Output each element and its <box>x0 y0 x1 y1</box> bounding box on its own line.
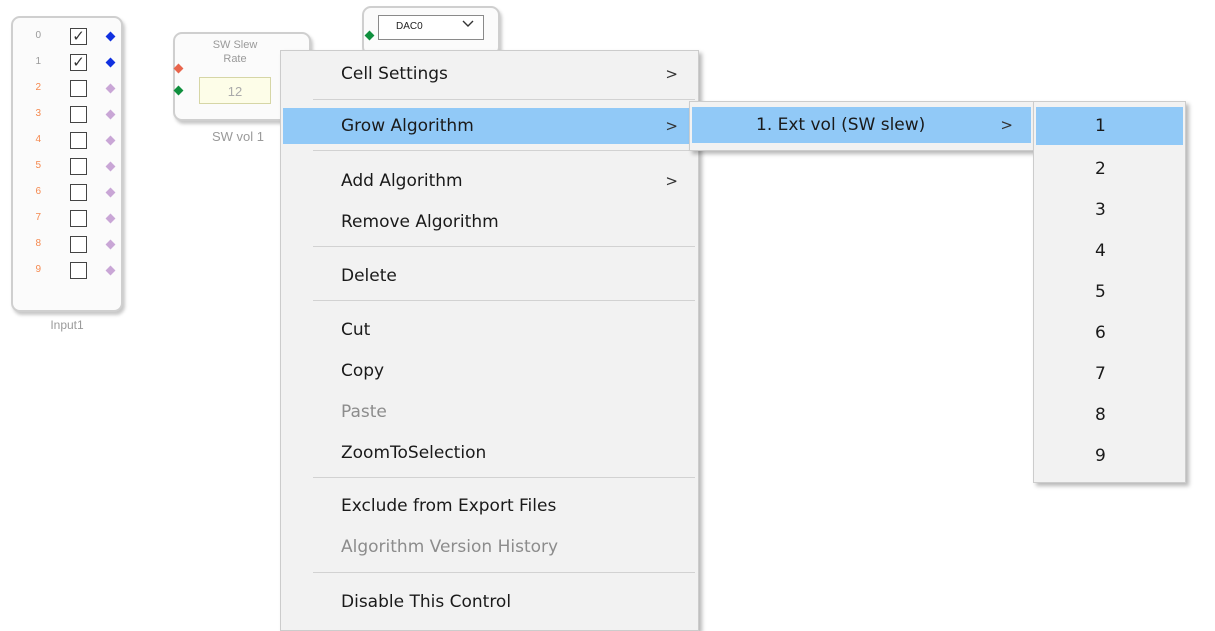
count-item-2[interactable]: 2 <box>1036 150 1183 188</box>
dac-select[interactable]: DAC0 <box>378 15 484 40</box>
slew-block-title: SW Slew Rate <box>212 39 258 65</box>
slew-value-field[interactable]: 12 <box>199 77 271 104</box>
slew-block-caption: SW vol 1 <box>211 129 264 144</box>
menu-separator <box>313 99 695 100</box>
menu-item-delete[interactable]: Delete <box>283 258 696 294</box>
channel-number: 7 <box>35 212 41 223</box>
channel-checkbox[interactable] <box>70 106 87 123</box>
dac-select-value: DAC0 <box>396 21 423 32</box>
channel-checkbox[interactable] <box>70 158 87 175</box>
channel-output-pin[interactable] <box>105 135 116 146</box>
channel-output-pin[interactable] <box>105 161 116 172</box>
count-item-label: 9 <box>1095 446 1106 466</box>
menu-separator <box>313 300 695 301</box>
check-icon: ✓ <box>72 54 85 71</box>
channel-number: 1 <box>35 56 41 67</box>
channel-number: 3 <box>35 108 41 119</box>
input-block[interactable]: 0 ✓ 1 ✓ 2 3 4 5 6 7 8 9 <box>11 16 123 312</box>
channel-output-pin[interactable] <box>105 265 116 276</box>
channel-checkbox[interactable] <box>70 262 87 279</box>
chevron-right-icon: > <box>665 117 678 135</box>
channel-checkbox[interactable] <box>70 210 87 227</box>
count-item-label: 3 <box>1095 200 1106 220</box>
menu-item-zoomtoselection[interactable]: ZoomToSelection <box>283 435 696 471</box>
channel-checkbox[interactable]: ✓ <box>70 54 87 71</box>
channel-output-pin[interactable] <box>105 83 116 94</box>
menu-item-remove-algorithm[interactable]: Remove Algorithm <box>283 204 696 240</box>
channel-number: 4 <box>35 134 41 145</box>
context-menu: Cell Settings > Grow Algorithm > Add Algorit… <box>280 50 699 631</box>
submenu-item-ext-vol[interactable]: 1. Ext vol (SW slew) > <box>692 107 1031 143</box>
count-item-1[interactable]: 1 <box>1036 107 1183 145</box>
count-item-label: 2 <box>1095 159 1106 179</box>
menu-item-cell-settings[interactable]: Cell Settings > <box>283 56 696 92</box>
channel-output-pin[interactable] <box>105 187 116 198</box>
chevron-right-icon: > <box>665 172 678 190</box>
submenu-item-label: 1. Ext vol (SW slew) <box>756 115 926 135</box>
count-item-label: 1 <box>1095 116 1106 136</box>
menu-item-label: Add Algorithm <box>341 171 463 191</box>
input-block-caption: Input1 <box>50 318 84 332</box>
count-item-label: 8 <box>1095 405 1106 425</box>
menu-item-algorithm-version-history: Algorithm Version History <box>283 529 696 565</box>
menu-separator <box>313 150 695 151</box>
channel-output-pin[interactable] <box>105 213 116 224</box>
count-item-6[interactable]: 6 <box>1036 314 1183 352</box>
channel-checkbox[interactable] <box>70 184 87 201</box>
channel-checkbox[interactable] <box>70 236 87 253</box>
menu-item-paste: Paste <box>283 394 696 430</box>
menu-item-label: ZoomToSelection <box>341 443 487 463</box>
menu-separator <box>313 246 695 247</box>
menu-item-cut[interactable]: Cut <box>283 312 696 348</box>
menu-item-label: Exclude from Export Files <box>341 496 557 516</box>
channel-number: 0 <box>35 30 41 41</box>
count-item-4[interactable]: 4 <box>1036 232 1183 270</box>
channel-number: 9 <box>35 264 41 275</box>
channel-checkbox[interactable]: ✓ <box>70 28 87 45</box>
channel-output-pin[interactable] <box>105 109 116 120</box>
menu-item-label: Cell Settings <box>341 64 448 84</box>
menu-separator <box>313 477 695 478</box>
channel-number: 2 <box>35 82 41 93</box>
menu-item-label: Grow Algorithm <box>341 116 474 136</box>
menu-item-copy[interactable]: Copy <box>283 353 696 389</box>
channel-number: 8 <box>35 238 41 249</box>
chevron-down-icon <box>462 20 474 30</box>
channel-output-pin[interactable] <box>105 57 116 68</box>
grow-algorithm-submenu: 1. Ext vol (SW slew) > <box>689 101 1034 151</box>
menu-item-exclude-from-export-files[interactable]: Exclude from Export Files <box>283 488 696 524</box>
count-item-5[interactable]: 5 <box>1036 273 1183 311</box>
channel-output-pin[interactable] <box>105 239 116 250</box>
chevron-right-icon: > <box>1000 116 1013 134</box>
channel-checkbox[interactable] <box>70 132 87 149</box>
channel-number: 5 <box>35 160 41 171</box>
count-item-label: 5 <box>1095 282 1106 302</box>
menu-item-disable-this-control[interactable]: Disable This Control <box>283 584 696 620</box>
chevron-right-icon: > <box>665 65 678 83</box>
dac-block[interactable]: DAC0 <box>362 6 500 56</box>
count-item-8[interactable]: 8 <box>1036 396 1183 434</box>
menu-item-label: Cut <box>341 320 371 340</box>
count-item-label: 4 <box>1095 241 1106 261</box>
count-item-label: 6 <box>1095 323 1106 343</box>
algorithm-count-submenu: 1 2 3 4 5 6 7 8 9 <box>1033 101 1186 483</box>
menu-item-label: Paste <box>341 402 387 422</box>
menu-item-label: Disable This Control <box>341 592 512 612</box>
count-item-9[interactable]: 9 <box>1036 437 1183 475</box>
menu-item-label: Copy <box>341 361 385 381</box>
count-item-label: 7 <box>1095 364 1106 384</box>
channel-checkbox[interactable] <box>70 80 87 97</box>
count-item-3[interactable]: 3 <box>1036 191 1183 229</box>
count-item-7[interactable]: 7 <box>1036 355 1183 393</box>
menu-item-add-algorithm[interactable]: Add Algorithm > <box>283 163 696 199</box>
menu-item-label: Remove Algorithm <box>341 212 499 232</box>
channel-output-pin[interactable] <box>105 31 116 42</box>
check-icon: ✓ <box>72 28 85 45</box>
menu-separator <box>313 572 695 573</box>
menu-item-label: Delete <box>341 266 397 286</box>
menu-item-grow-algorithm[interactable]: Grow Algorithm > <box>283 108 696 144</box>
menu-item-label: Algorithm Version History <box>341 537 559 557</box>
channel-number: 6 <box>35 186 41 197</box>
